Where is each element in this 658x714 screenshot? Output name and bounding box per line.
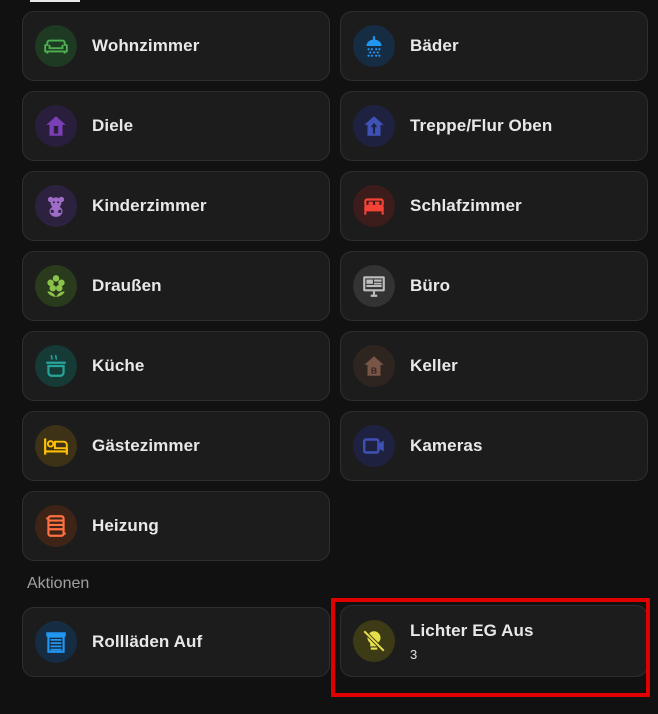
monitor-dashboard-icon [353, 265, 395, 307]
shower-icon [353, 25, 395, 67]
top-divider [30, 0, 80, 2]
card-label: Draußen [92, 276, 162, 295]
card-heizung[interactable]: Heizung [22, 491, 330, 561]
card-label: Keller [410, 356, 458, 375]
pot-steam-icon [35, 345, 77, 387]
radiator-icon [35, 505, 77, 547]
card-diele[interactable]: Diele [22, 91, 330, 161]
card-treppe-flur-oben[interactable]: Treppe/Flur Oben [340, 91, 648, 161]
card-keller[interactable]: B Keller [340, 331, 648, 401]
card-wohnzimmer[interactable]: Wohnzimmer [22, 11, 330, 81]
bed-guest-icon [35, 425, 77, 467]
home-basement-icon: B [353, 345, 395, 387]
flower-icon [35, 265, 77, 307]
section-title-aktionen: Aktionen [27, 575, 90, 592]
card-label: Kinderzimmer [92, 196, 207, 215]
teddy-bear-icon [35, 185, 77, 227]
home-door-icon [35, 105, 77, 147]
card-label: Rollläden Auf [92, 632, 203, 651]
selection-highlight [331, 598, 650, 697]
video-camera-icon [353, 425, 395, 467]
card-label: Gästezimmer [92, 436, 200, 455]
card-kameras[interactable]: Kameras [340, 411, 648, 481]
window-shutter-open-icon [35, 621, 77, 663]
bed-icon [353, 185, 395, 227]
card-label: Heizung [92, 516, 159, 535]
card-label: Schlafzimmer [410, 196, 522, 215]
sofa-icon [35, 25, 77, 67]
card-bäder[interactable]: Bäder [340, 11, 648, 81]
card-draußen[interactable]: Draußen [22, 251, 330, 321]
card-büro[interactable]: Büro [340, 251, 648, 321]
card-gästezimmer[interactable]: Gästezimmer [22, 411, 330, 481]
card-schlafzimmer[interactable]: Schlafzimmer [340, 171, 648, 241]
card-label: Büro [410, 276, 451, 295]
card-label: Wohnzimmer [92, 36, 200, 55]
card-kinderzimmer[interactable]: Kinderzimmer [22, 171, 330, 241]
card-label: Treppe/Flur Oben [410, 116, 553, 135]
home-up-icon [353, 105, 395, 147]
svg-text:B: B [371, 366, 377, 376]
card-label: Kameras [410, 436, 483, 455]
card-label: Bäder [410, 36, 459, 55]
card-rollläden-auf[interactable]: Rollläden Auf [22, 607, 330, 677]
card-küche[interactable]: Küche [22, 331, 330, 401]
card-label: Küche [92, 356, 145, 375]
card-label: Diele [92, 116, 134, 135]
